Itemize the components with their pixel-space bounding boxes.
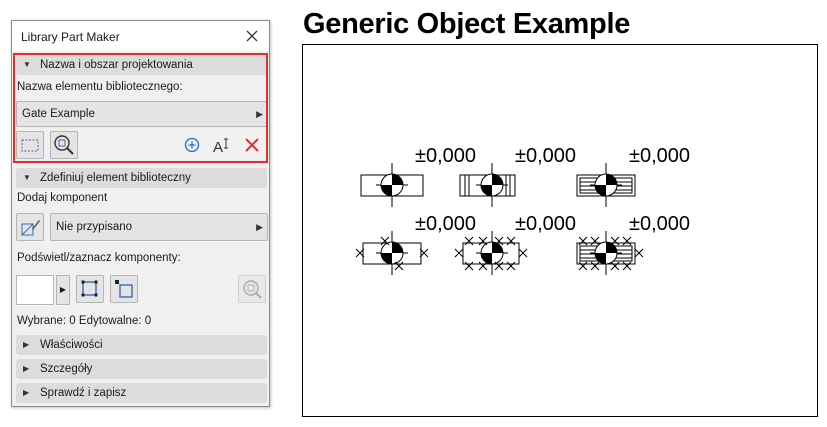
add-component-label: Dodaj komponent — [17, 192, 108, 204]
status-text: Wybrane: 0 Edytowalne: 0 — [17, 315, 152, 327]
gate-symbol — [576, 162, 636, 208]
swatch-chevron-icon[interactable]: ▶ — [56, 275, 70, 305]
expand-triangle-icon: ▶ — [23, 340, 30, 349]
chevron-right-icon: ▶ — [256, 222, 263, 232]
expand-triangle-icon: ▶ — [23, 388, 30, 397]
section-define-label: Zdefiniuj element biblioteczny — [40, 172, 191, 184]
component-dropdown[interactable]: Nie przypisano ▶ — [50, 213, 268, 241]
component-swatch[interactable] — [16, 275, 54, 305]
expand-triangle-icon: ▶ — [23, 364, 30, 373]
add-component-button[interactable] — [16, 213, 44, 241]
close-icon[interactable] — [243, 27, 261, 45]
select-subset-button[interactable] — [110, 275, 138, 303]
section-check-save[interactable]: ▶ Sprawdź i zapisz — [16, 383, 267, 403]
zoom-to-selection-button[interactable] — [238, 275, 266, 303]
section-check-label: Sprawdź i zapisz — [40, 387, 127, 399]
preview-title: Generic Object Example — [303, 8, 631, 40]
select-all-button[interactable] — [76, 275, 104, 303]
section-properties[interactable]: ▶ Właściwości — [16, 335, 267, 355]
component-value: Nie przypisano — [56, 221, 133, 233]
preview-canvas: ±0,000 ±0,000 ±0,000 ±0,000 ±0,000 ±0,00… — [302, 44, 818, 417]
palette-title: Library Part Maker — [21, 30, 120, 44]
gate-symbol — [355, 230, 429, 276]
palette-titlebar: Library Part Maker — [12, 21, 269, 51]
section-details-label: Szczegóły — [40, 363, 93, 375]
highlight-label: Podświetl/zaznacz komponenty: — [17, 252, 181, 264]
gate-symbol — [454, 230, 528, 276]
gate-symbol — [576, 230, 644, 276]
highlight-frame — [13, 53, 268, 163]
collapse-triangle-icon: ▼ — [23, 173, 31, 182]
section-properties-label: Właściwości — [40, 339, 103, 351]
gate-symbol — [459, 162, 516, 208]
preview-drawing — [355, 162, 644, 276]
gate-symbol — [360, 162, 424, 208]
section-define-part[interactable]: ▼ Zdefiniuj element biblioteczny — [16, 168, 267, 188]
section-details[interactable]: ▶ Szczegóły — [16, 359, 267, 379]
